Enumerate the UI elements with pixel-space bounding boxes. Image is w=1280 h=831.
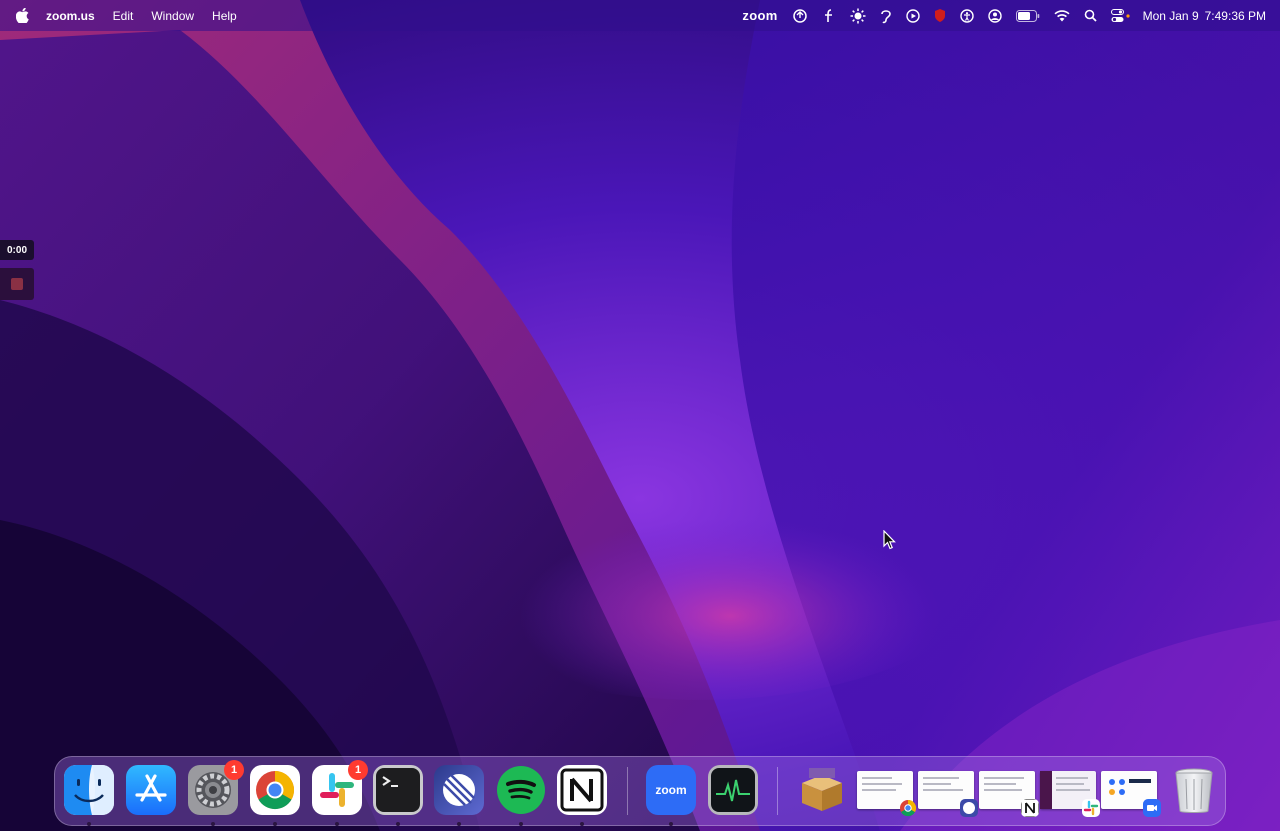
dock-separator — [777, 767, 778, 815]
dock-terminal[interactable] — [373, 765, 423, 826]
menu-window[interactable]: Window — [151, 9, 194, 23]
zoom-icon-label: zoom — [655, 783, 687, 797]
play-icon[interactable] — [905, 0, 920, 31]
running-indicator — [396, 822, 400, 826]
minimized-chrome-window[interactable] — [857, 769, 917, 817]
minimized-linear-window[interactable] — [918, 769, 978, 817]
stop-icon — [11, 278, 23, 290]
dock-notion[interactable] — [557, 765, 607, 826]
dock: 1 1 zoom — [54, 756, 1226, 826]
running-indicator — [335, 822, 339, 826]
wifi-icon[interactable] — [1054, 0, 1070, 31]
menu-app-name[interactable]: zoom.us — [46, 9, 95, 23]
running-indicator — [519, 822, 523, 826]
accessibility-icon[interactable] — [959, 0, 974, 31]
hearing-icon[interactable] — [880, 0, 892, 31]
minimized-notion-window[interactable] — [979, 769, 1039, 817]
zoom-icon: zoom — [646, 765, 696, 815]
running-indicator — [457, 822, 461, 826]
wallpaper — [0, 0, 1280, 831]
notification-badge: 1 — [348, 760, 368, 780]
font-icon[interactable] — [822, 0, 836, 31]
dock-chrome[interactable] — [250, 765, 300, 826]
chrome-window-thumbnail — [899, 799, 917, 817]
menu-edit[interactable]: Edit — [113, 9, 134, 23]
dock-system-preferences[interactable]: 1 — [188, 760, 244, 826]
menu-help[interactable]: Help — [212, 9, 237, 23]
user-icon[interactable] — [987, 0, 1002, 31]
dock-spotify[interactable] — [496, 765, 546, 826]
control-center-icon[interactable] — [1110, 0, 1131, 31]
zoom-status-item[interactable]: zoom — [742, 0, 777, 31]
linear-icon — [434, 765, 484, 815]
dock-installer[interactable] — [797, 765, 847, 815]
linear-window-thumbnail — [960, 799, 978, 817]
activity-monitor-icon — [708, 765, 758, 815]
trash-icon — [1169, 765, 1219, 815]
dock-separator — [627, 767, 628, 815]
apple-menu-icon[interactable] — [16, 8, 30, 24]
notification-badge: 1 — [224, 760, 244, 780]
chrome-icon — [250, 765, 300, 815]
dock-activity-monitor[interactable] — [708, 765, 758, 815]
app-store-icon — [126, 765, 176, 815]
slack-window-thumbnail — [1082, 799, 1100, 817]
finder-icon — [64, 765, 114, 815]
minimized-slack-window[interactable] — [1040, 769, 1100, 817]
running-indicator — [669, 822, 673, 826]
shield-icon[interactable] — [934, 0, 946, 31]
zoom-window-thumbnail — [1143, 799, 1161, 817]
dock-slack[interactable]: 1 — [312, 760, 368, 826]
search-icon[interactable] — [1084, 0, 1097, 31]
dock-finder[interactable] — [64, 765, 114, 826]
clock-time[interactable]: 7:49:36 PM — [1205, 9, 1266, 23]
stop-recording-button[interactable] — [0, 268, 34, 300]
desktop[interactable]: zoom.us Edit Window Help zoom Mon Jan 9 … — [0, 0, 1280, 831]
touch-icon[interactable] — [792, 0, 808, 31]
dock-app-store[interactable] — [126, 765, 176, 815]
running-indicator — [87, 822, 91, 826]
installer-icon — [797, 765, 847, 815]
clock-date[interactable]: Mon Jan 9 — [1143, 9, 1199, 23]
running-indicator — [580, 822, 584, 826]
brightness-icon[interactable] — [850, 0, 866, 31]
running-indicator — [273, 822, 277, 826]
dock-zoom[interactable]: zoom — [646, 765, 696, 826]
minimized-zoom-window[interactable] — [1101, 769, 1161, 817]
notion-icon — [557, 765, 607, 815]
menu-bar: zoom.us Edit Window Help zoom Mon Jan 9 … — [0, 0, 1280, 31]
spotify-icon — [496, 765, 546, 815]
mouse-cursor-icon — [883, 530, 896, 550]
running-indicator — [211, 822, 215, 826]
notion-window-thumbnail — [1021, 799, 1039, 817]
dock-trash[interactable] — [1169, 765, 1219, 815]
dock-linear[interactable] — [434, 765, 484, 826]
terminal-icon — [373, 765, 423, 815]
recording-timer: 0:00 — [0, 240, 34, 260]
battery-icon[interactable] — [1015, 0, 1040, 31]
